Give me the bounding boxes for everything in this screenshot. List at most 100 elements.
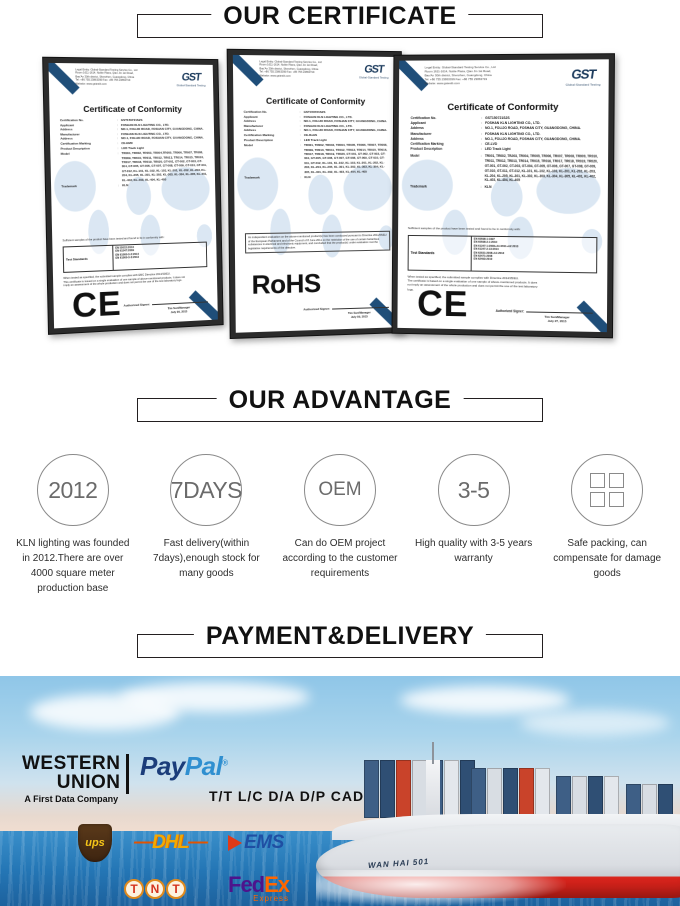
container-box <box>588 776 603 818</box>
advantage-badge: OEM <box>318 479 362 500</box>
advantage-badge: 3-5 <box>457 476 490 503</box>
dhl-label: DHL <box>152 832 189 853</box>
paypal-reg-icon: ® <box>222 758 228 768</box>
test-standards-label: Test Standards <box>63 245 114 272</box>
container-box <box>503 768 518 818</box>
ce-mark-icon: CE <box>417 282 469 325</box>
ems-chevron-icon <box>228 835 243 851</box>
payment-terms: T/T L/C D/A D/P CAD <box>209 788 365 804</box>
advantage-text: Fast delivery(within 7days),enough stock… <box>153 538 260 579</box>
grid-cell <box>590 492 606 507</box>
test-standards-table: Test Standards EN 55015:2013 EN 61547:20… <box>62 241 208 273</box>
certificate-title: Certificate of Conformity <box>266 95 366 107</box>
ups-logo: ups <box>78 824 112 862</box>
certificate-title: Certificate of Conformity <box>447 101 559 114</box>
container-stack <box>471 768 550 818</box>
page-title-payment: PAYMENT&DELIVERY <box>193 623 487 649</box>
container-ship-illustration: WAN HAI 501 <box>316 722 680 906</box>
certificate-header: Legal Entity: Global-Standard Testing Se… <box>407 64 603 95</box>
advantage-section-heading: OUR ADVANTAGE <box>0 346 680 422</box>
page-title-certificate: OUR CERTIFICATE <box>211 3 469 29</box>
carrier-logos: ups —DHL— EMS T N T FedEx Express <box>78 824 338 903</box>
ship-bridge <box>426 760 440 816</box>
heading-box: PAYMENT&DELIVERY <box>137 623 543 658</box>
wu-line2: UNION <box>56 772 121 793</box>
ems-label: EMS <box>244 832 284 853</box>
conformity-note: Sufficient samples of the product have b… <box>407 226 521 232</box>
paypal-logo: PayPal® <box>140 751 228 782</box>
advantage-text: KLN lighting was founded in 2012.There a… <box>16 538 130 594</box>
container-box <box>626 784 641 818</box>
advantage-text: High quality with 3-5 years warranty <box>414 538 533 564</box>
advantage-item-founded: 2012 KLN lighting was founded in 2012.Th… <box>6 454 140 596</box>
page-title-advantage: OUR ADVANTAGE <box>216 387 464 413</box>
payment-delivery-banner: WAN HAI 501 WESTERN UNION A First Data C… <box>0 676 680 906</box>
tnt-letter: N <box>145 878 165 899</box>
field-row-model: Model: TR001, TR002, TR003, TR004, TR005,… <box>410 154 598 183</box>
field-row: Trademark: KLN <box>244 175 311 180</box>
rohs-mark-icon: RoHS <box>251 267 321 300</box>
advantage-badge: 2012 <box>48 476 98 503</box>
field-row-model: Model: TR001, TR002, TR003, TR004, TR005,… <box>243 143 388 174</box>
year-2012-icon: 2012 <box>36 454 109 526</box>
seven-days-icon: 7 DAYS <box>170 454 243 526</box>
certificate-page: Legal Entity: Global-Standard Testing Se… <box>397 59 609 333</box>
ems-logo: EMS <box>228 832 284 854</box>
certificate-card-rohs[interactable]: Legal Entity: Global-Standard Testing Se… <box>226 48 405 340</box>
dhl-logo: —DHL— <box>134 832 207 854</box>
safe-packing-grid-icon <box>571 454 644 526</box>
payment-section-heading: PAYMENT&DELIVERY <box>0 596 680 658</box>
certificate-title: Certificate of Conformity <box>83 103 182 115</box>
certificate-fields: Certification No.: GST150721S2S Applicant… <box>410 116 598 191</box>
advantage-item-warranty: 3-5 High quality with 3-5 years warranty <box>407 454 541 596</box>
signature-block: Authorized Signer: Tim Sun/Manager July … <box>303 304 389 320</box>
heading-box: OUR CERTIFICATE <box>137 3 543 38</box>
container-box <box>572 776 587 818</box>
warranty-years-icon: 3-5 <box>437 454 510 526</box>
container-box <box>412 760 427 818</box>
western-union-logo: WESTERN UNION A First Data Company <box>22 754 129 804</box>
tnt-letter: T <box>166 878 186 899</box>
container-stack <box>556 776 619 818</box>
ship-mast-icon <box>432 742 434 764</box>
container-box <box>364 760 379 818</box>
certificate-card-ce-lvd[interactable]: Legal Entity: Global-Standard Testing Se… <box>391 53 615 339</box>
advantage-item-packing: Safe packing, can compensate for damage … <box>540 454 674 596</box>
advantage-item-oem: OEM Can do OEM project according to the … <box>273 454 407 596</box>
container-box <box>642 784 657 818</box>
dhl-dash-icon: — <box>134 832 153 853</box>
signature-rule <box>526 310 593 314</box>
container-box <box>444 760 459 818</box>
certificate-header: Legal Entity: Global-Standard Testing Se… <box>57 68 208 99</box>
ce-mark-icon: CE <box>71 284 123 326</box>
certificate-fields: Certification No.: GST150721S2S Applicant… <box>60 118 208 189</box>
signature-block: Authorized Signer: Tim Sun/Manager July … <box>496 308 593 323</box>
container-box <box>519 768 534 818</box>
advantages-section: 2012 KLN lighting was founded in 2012.Th… <box>0 454 680 596</box>
advantage-item-delivery: 7 DAYS Fast delivery(within 7days),enough… <box>140 454 274 596</box>
grid-cell <box>590 473 606 488</box>
advantage-badge: 7 <box>170 476 184 503</box>
gst-logo: GST Global-Standard Testing <box>565 66 601 87</box>
field-row: Trademark: KLN <box>410 184 492 190</box>
signature-rule <box>332 306 389 310</box>
paypal-pay: Pay <box>140 751 185 781</box>
container-box <box>380 760 395 818</box>
certificate-card-ce-emc[interactable]: Legal Entity: Global-Standard Testing Se… <box>42 56 224 335</box>
container-stack <box>364 760 475 818</box>
advantage-text: Safe packing, can compensate for damage … <box>553 538 662 579</box>
certificate-header: Legal Entity: Global-Standard Testing Se… <box>241 60 391 91</box>
container-box <box>396 760 411 818</box>
grid-cell <box>609 492 625 507</box>
field-row: Product Description: LED Track Light <box>410 147 511 152</box>
grid-cell <box>609 473 625 488</box>
certificates-gallery: Legal Entity: Global-Standard Testing Se… <box>0 46 680 346</box>
oem-icon: OEM <box>303 454 376 526</box>
field-row: Product Description: LED Track Light <box>243 137 327 142</box>
wu-tagline: A First Data Company <box>24 794 119 804</box>
promo-page: OUR CERTIFICATE Legal Entity: Global-Sta… <box>0 0 680 906</box>
test-standards-table: Test Standards EN 60598-1:1997 EN 60598-… <box>407 234 598 274</box>
conformity-note: An independent evaluation on the above-m… <box>244 230 391 254</box>
certificate-section-heading: OUR CERTIFICATE <box>0 0 680 38</box>
field-row-model: Model: TR001, TR002, TR003, TR004,TR005, … <box>60 150 208 182</box>
